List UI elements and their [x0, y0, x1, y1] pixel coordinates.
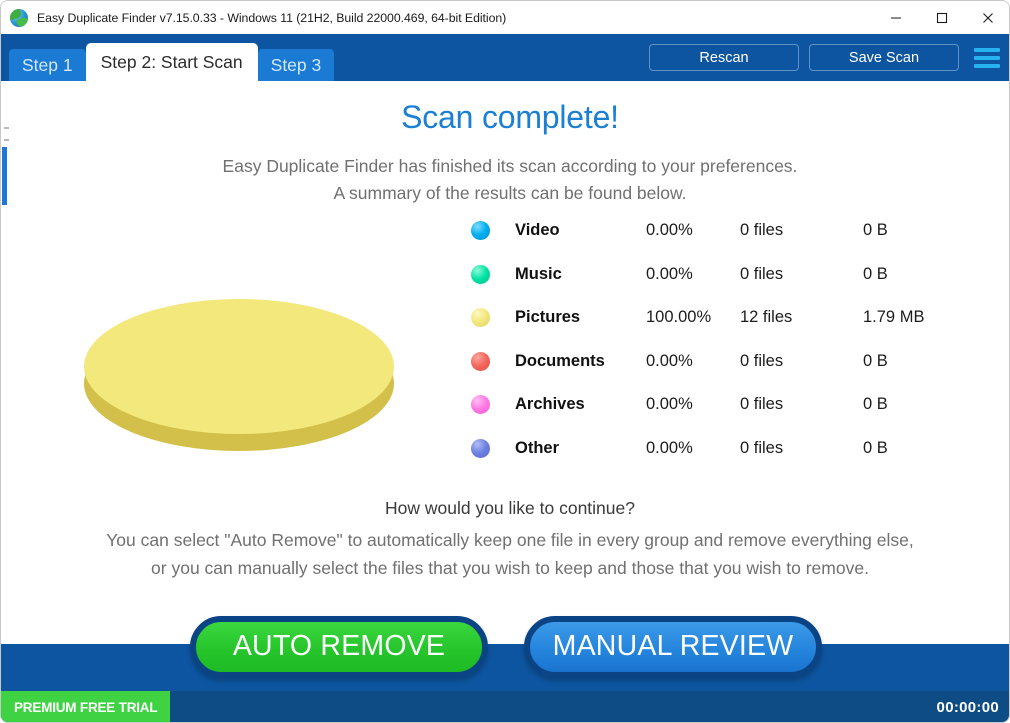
scan-summary-line-1: Easy Duplicate Finder has finished its s…: [222, 156, 798, 176]
table-row[interactable]: Pictures 100.00% 12 files 1.79 MB: [471, 296, 991, 340]
scan-summary-line-2: A summary of the results can be found be…: [333, 183, 687, 203]
scrollbar-thumb[interactable]: [2, 147, 7, 205]
table-row[interactable]: Video 0.00% 0 files 0 B: [471, 209, 991, 253]
manual-review-button[interactable]: MANUAL REVIEW: [524, 615, 822, 678]
legend-size-video: 0 B: [863, 221, 888, 240]
hamburger-menu-icon[interactable]: [969, 44, 1001, 72]
continue-question: How would you like to continue?: [384, 498, 635, 518]
close-button[interactable]: [965, 1, 1009, 34]
footer-bar: [1, 644, 1009, 691]
legend-percent-pictures: 100.00%: [646, 308, 712, 327]
legend-dot-video: [471, 221, 490, 241]
title-bar: Easy Duplicate Finder v7.15.0.33 - Windo…: [1, 1, 1009, 34]
legend-files-documents: 0 files: [740, 351, 784, 370]
recycle-globe-icon: [10, 8, 28, 27]
legend-dot-documents: [471, 351, 490, 371]
scrollbar-tick: [4, 139, 9, 141]
results-pie-chart: [65, 216, 395, 461]
window-title: Easy Duplicate Finder v7.15.0.33 - Windo…: [37, 10, 507, 25]
legend-percent-archives: 0.00%: [646, 395, 693, 414]
premium-free-trial-badge[interactable]: PREMIUM FREE TRIAL: [1, 691, 171, 722]
tab-step-2-start-scan[interactable]: Step 2: Start Scan: [85, 43, 258, 81]
continue-description-line-2: or you can manually select the files tha…: [151, 558, 869, 578]
step-tabs: Step 1 Step 2: Start Scan Step 3: [9, 43, 335, 81]
minimize-button[interactable]: [873, 1, 919, 34]
table-row[interactable]: Archives 0.00% 0 files 0 B: [471, 383, 991, 427]
legend-size-archives: 0 B: [863, 395, 888, 414]
hamburger-line: [974, 63, 1000, 68]
legend-files-pictures: 12 files: [740, 308, 793, 327]
legend-label-archives: Archives: [515, 395, 585, 414]
legend-percent-documents: 0.00%: [646, 351, 693, 370]
table-row[interactable]: Music 0.00% 0 files 0 B: [471, 253, 991, 297]
tab-step-3[interactable]: Step 3: [257, 49, 335, 81]
auto-remove-button[interactable]: AUTO REMOVE: [190, 615, 488, 678]
maximize-button[interactable]: [919, 1, 965, 34]
hamburger-line: [974, 55, 1000, 60]
legend-label-other: Other: [515, 438, 560, 457]
legend-label-documents: Documents: [515, 351, 605, 370]
results-legend-table: Video 0.00% 0 files 0 B Music 0.00% 0 fi…: [471, 209, 991, 470]
scan-summary-text: Easy Duplicate Finder has finished its s…: [10, 153, 1009, 207]
elapsed-timer: 00:00:00: [936, 699, 999, 716]
pie-chart-slice-pictures: [84, 299, 394, 434]
continue-description: You can select "Auto Remove" to automati…: [10, 526, 1009, 582]
legend-dot-music: [471, 264, 490, 284]
tab-step-1[interactable]: Step 1: [9, 49, 86, 81]
legend-size-other: 0 B: [863, 438, 888, 457]
legend-percent-music: 0.00%: [646, 264, 693, 283]
legend-label-pictures: Pictures: [515, 308, 581, 327]
hamburger-line: [974, 47, 1000, 52]
legend-percent-other: 0.00%: [646, 438, 693, 457]
legend-dot-other: [471, 438, 490, 458]
status-bar: PREMIUM FREE TRIAL 00:00:00: [1, 691, 1009, 722]
table-row[interactable]: Other 0.00% 0 files 0 B: [471, 427, 991, 471]
legend-files-video: 0 files: [740, 221, 784, 240]
save-scan-button[interactable]: Save Scan: [809, 44, 959, 71]
legend-dot-archives: [471, 395, 490, 415]
table-row[interactable]: Documents 0.00% 0 files 0 B: [471, 340, 991, 384]
page-title: Scan complete!: [401, 99, 619, 135]
header-actions: Rescan Save Scan: [649, 34, 1001, 81]
legend-size-pictures: 1.79 MB: [863, 308, 925, 327]
legend-size-documents: 0 B: [863, 351, 888, 370]
legend-label-video: Video: [515, 221, 560, 240]
legend-files-other: 0 files: [740, 438, 784, 457]
header-bar: Step 1 Step 2: Start Scan Step 3 Rescan …: [1, 34, 1009, 81]
application-window: Easy Duplicate Finder v7.15.0.33 - Windo…: [0, 0, 1010, 723]
legend-label-music: Music: [515, 264, 562, 283]
window-controls: [873, 1, 1009, 34]
rescan-button[interactable]: Rescan: [649, 44, 799, 71]
main-content: Scan complete! Easy Duplicate Finder has…: [10, 81, 1009, 644]
legend-dot-pictures: [471, 308, 490, 328]
legend-percent-video: 0.00%: [646, 221, 693, 240]
continue-description-line-1: You can select "Auto Remove" to automati…: [106, 530, 914, 550]
legend-files-music: 0 files: [740, 264, 784, 283]
scrollbar-tick: [4, 127, 9, 129]
legend-files-archives: 0 files: [740, 395, 784, 414]
legend-size-music: 0 B: [863, 264, 888, 283]
